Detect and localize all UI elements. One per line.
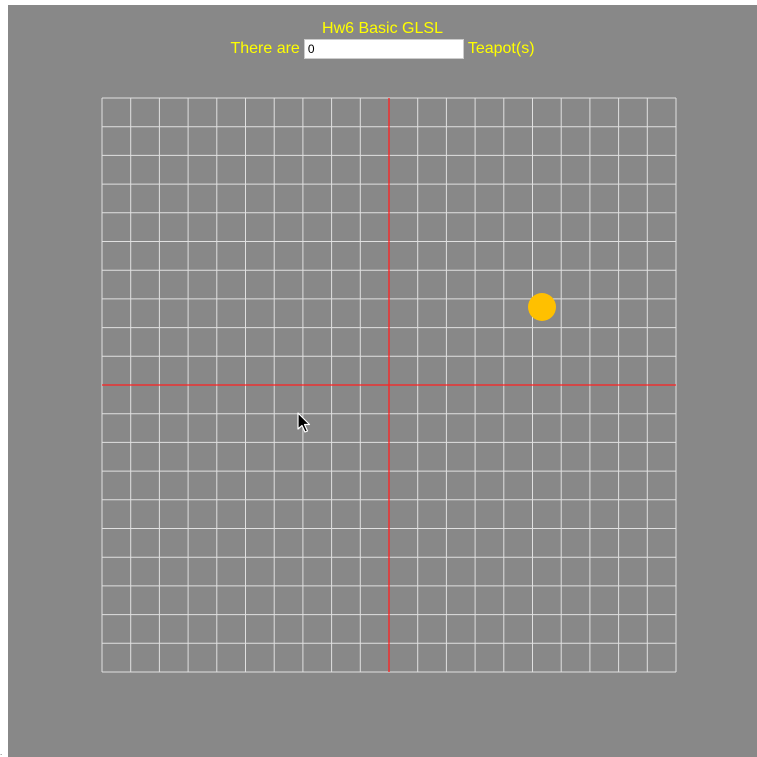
mouse-pointer-icon <box>297 412 311 433</box>
page-title: Hw6 Basic GLSL <box>322 20 443 37</box>
teapot-count-row: There are Teapot(s) <box>8 38 757 60</box>
corner-dot: . <box>0 748 3 757</box>
scene-svg <box>101 97 677 673</box>
webgl-canvas[interactable]: Hw6 Basic GLSL There are Teapot(s) <box>8 5 757 757</box>
teapot-count-input[interactable] <box>303 39 464 59</box>
count-suffix-label: Teapot(s) <box>467 40 535 57</box>
light-source[interactable] <box>528 293 556 321</box>
page: Hw6 Basic GLSL There are Teapot(s) . <box>0 0 757 757</box>
count-prefix-label: There are <box>230 40 300 57</box>
